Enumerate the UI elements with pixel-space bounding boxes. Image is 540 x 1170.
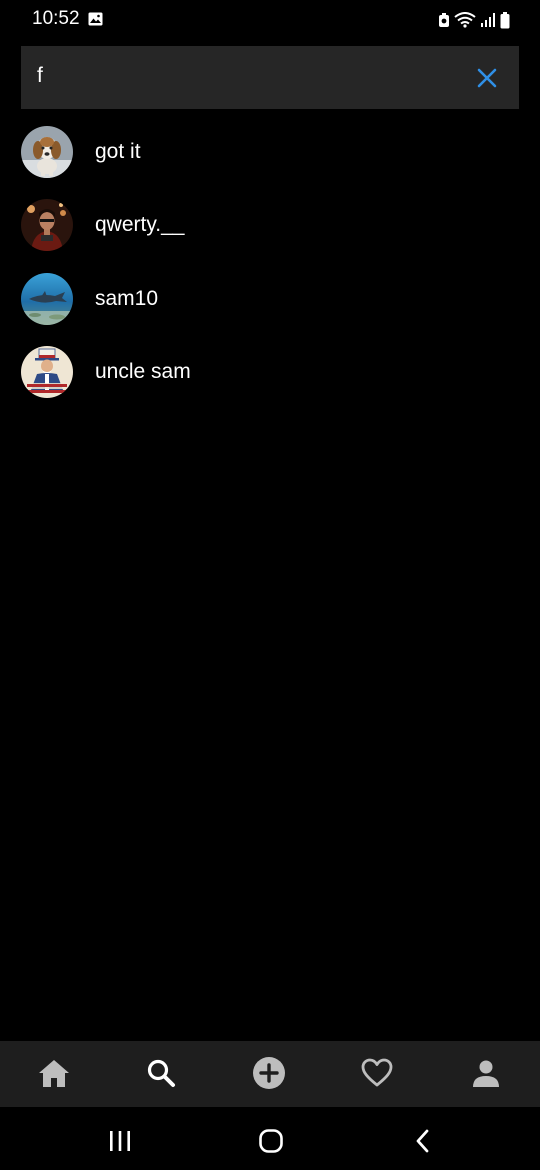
beagle-puppy-photo <box>21 125 73 178</box>
signal-icon <box>481 13 495 27</box>
list-item[interactable]: uncle sam <box>0 336 540 410</box>
status-icons <box>438 10 510 30</box>
gallery-icon <box>88 12 103 26</box>
close-icon[interactable] <box>473 64 501 92</box>
result-name: got it <box>95 139 141 163</box>
shark-underwater-photo <box>21 272 73 325</box>
vpn-key-icon <box>439 13 449 27</box>
recent-apps-icon <box>110 1131 130 1151</box>
list-item[interactable]: sam10 <box>0 262 540 336</box>
search-bar <box>21 46 519 109</box>
result-name: uncle sam <box>95 360 191 384</box>
result-name: qwerty.__ <box>95 213 185 237</box>
back-icon <box>416 1129 429 1153</box>
status-time: 10:52 <box>32 8 80 29</box>
heart-icon <box>361 1058 393 1087</box>
list-item[interactable]: qwerty.__ <box>0 189 540 263</box>
search-icon <box>147 1059 175 1087</box>
system-home-button[interactable] <box>251 1121 291 1161</box>
result-name: sam10 <box>95 286 159 310</box>
results-list: got it qwerty.__ sam10 uncle sam <box>0 115 540 409</box>
system-nav <box>0 1107 540 1170</box>
nav-add-button[interactable] <box>237 1041 301 1105</box>
battery-icon <box>500 11 510 28</box>
man-portrait-photo <box>21 199 73 252</box>
back-button[interactable] <box>403 1121 443 1161</box>
wifi-icon <box>454 12 476 28</box>
nav-activity-button[interactable] <box>345 1041 409 1105</box>
nav-search-button[interactable] <box>129 1041 193 1105</box>
person-icon <box>473 1060 499 1087</box>
add-circle-icon <box>253 1057 285 1089</box>
status-bar: 10:52 <box>0 0 540 40</box>
search-input[interactable] <box>37 46 457 106</box>
home-icon <box>39 1060 69 1087</box>
bottom-nav <box>0 1041 540 1107</box>
home-circle-icon <box>259 1129 283 1153</box>
nav-profile-button[interactable] <box>454 1041 518 1105</box>
list-item[interactable]: got it <box>0 115 540 189</box>
recent-apps-button[interactable] <box>100 1121 140 1161</box>
uncle-sam-poster <box>21 346 73 399</box>
nav-home-button[interactable] <box>22 1041 86 1105</box>
